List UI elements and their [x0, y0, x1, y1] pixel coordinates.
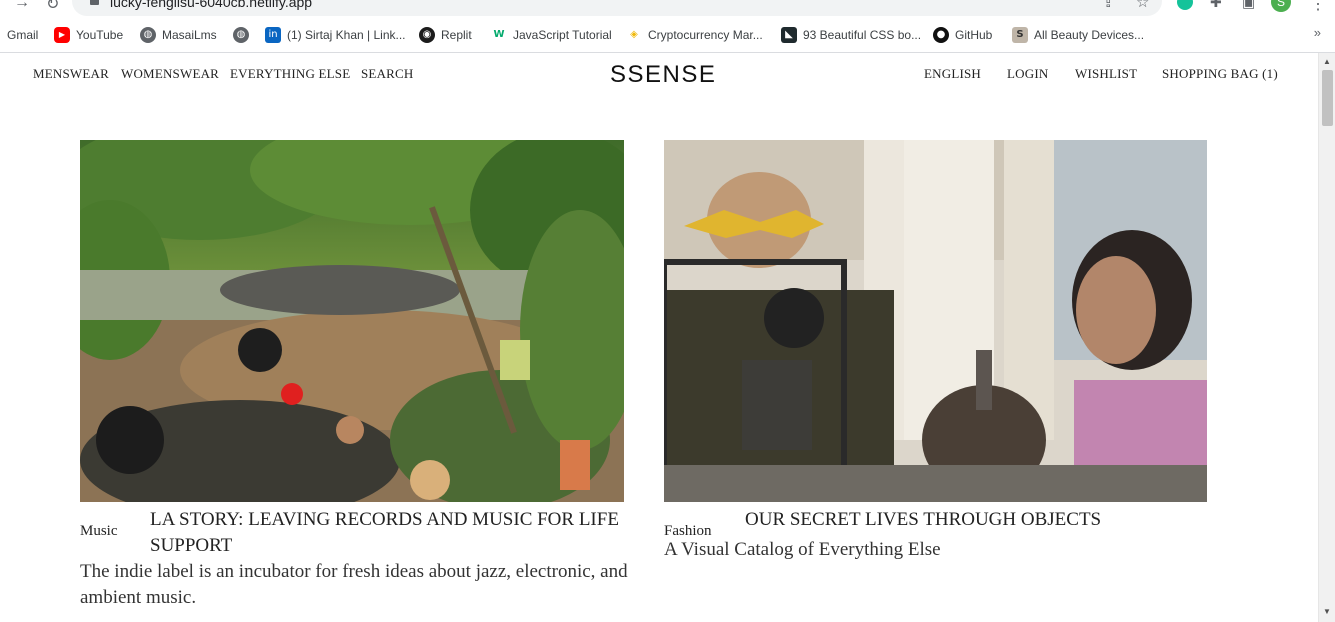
bookmark-youtube[interactable]: ▶ YouTube — [54, 26, 123, 44]
side-panel-icon[interactable]: ▣ — [1242, 0, 1255, 11]
more-bookmarks-icon[interactable]: » — [1314, 25, 1321, 40]
bookmark-linkedin[interactable]: in (1) Sirtaj Khan | Link... — [265, 26, 406, 44]
bookmark-globe[interactable]: ◍ — [233, 26, 249, 44]
bookmark-label: Cryptocurrency Mar... — [648, 28, 763, 42]
nav-login[interactable]: LOGIN — [1007, 66, 1048, 82]
article-image-fashion[interactable] — [664, 140, 1207, 502]
profile-avatar[interactable]: S — [1271, 0, 1291, 12]
nav-wishlist[interactable]: WISHLIST — [1075, 66, 1137, 82]
extensions-puzzle-icon[interactable]: ✚ — [1210, 0, 1222, 11]
article-description: The indie label is an incubator for fres… — [80, 561, 628, 608]
share-icon[interactable]: ⇪ — [1102, 0, 1115, 11]
github-icon: ● — [933, 27, 949, 43]
article-title[interactable]: LA STORY: LEAVING RECORDS AND MUSIC FOR … — [150, 507, 620, 559]
bookmark-beauty-devices[interactable]: S All Beauty Devices... — [1012, 26, 1144, 44]
css-icon: ◣ — [781, 27, 797, 43]
address-bar[interactable]: lucky-fenglisu-6040cb.netlify.app ⇪ ☆ — [72, 0, 1162, 16]
url-text[interactable]: lucky-fenglisu-6040cb.netlify.app — [110, 0, 312, 10]
bookmark-label: (1) Sirtaj Khan | Link... — [287, 28, 406, 42]
w3-icon: W — [493, 29, 505, 40]
linkedin-icon: in — [265, 27, 281, 43]
binance-icon: ◈ — [630, 29, 638, 40]
article-description: A Visual Catalog of Everything Else — [664, 539, 941, 560]
bookmark-label: MasaiLms — [162, 28, 217, 42]
menu-kebab-icon[interactable]: ⋮ — [1310, 0, 1326, 14]
nav-everything-else[interactable]: EVERYTHING ELSE — [230, 66, 350, 82]
bookmark-label: YouTube — [76, 28, 124, 42]
bookmark-gmail[interactable]: Gmail — [7, 26, 38, 44]
site-logo[interactable]: SSENSE — [610, 61, 716, 89]
bookmark-label: 93 Beautiful CSS bo... — [803, 28, 922, 42]
bookmark-github[interactable]: ● GitHub — [933, 26, 992, 44]
replit-icon: ◉ — [419, 27, 435, 43]
bookmark-label: Gmail — [7, 28, 39, 42]
bookmark-label: JavaScript Tutorial — [513, 28, 612, 42]
nav-language[interactable]: ENGLISH — [924, 66, 981, 82]
s-icon: S — [1012, 27, 1028, 43]
bookmark-replit[interactable]: ◉ Replit — [419, 26, 472, 44]
nav-shopping-bag[interactable]: SHOPPING BAG (1) — [1162, 66, 1278, 82]
bookmark-masailms[interactable]: ◍ MasaiLms — [140, 26, 217, 44]
concert-garden-illustration — [80, 140, 624, 502]
ssense-page: MENSWEAR WOMENSWEAR EVERYTHING ELSE SEAR… — [0, 53, 1318, 622]
star-icon[interactable]: ☆ — [1136, 0, 1149, 11]
globe-icon: ◍ — [140, 27, 156, 43]
article-title[interactable]: OUR SECRET LIVES THROUGH OBJECTS — [745, 507, 1215, 533]
bookmarks-bar: Gmail ▶ YouTube ◍ MasaiLms ◍ in (1) Sirt… — [0, 18, 1335, 53]
nav-womenswear[interactable]: WOMENSWEAR — [121, 66, 219, 82]
globe-icon: ◍ — [233, 27, 249, 43]
nav-search[interactable]: SEARCH — [361, 66, 414, 82]
bookmark-css-borders[interactable]: ◣ 93 Beautiful CSS bo... — [781, 26, 921, 44]
scrollbar-thumb[interactable] — [1322, 70, 1333, 126]
forward-icon[interactable]: → — [14, 0, 30, 12]
bookmark-label: Replit — [441, 28, 472, 42]
lock-icon — [90, 0, 99, 5]
scroll-down-arrow-icon[interactable]: ▼ — [1323, 607, 1331, 616]
page-scrollbar[interactable]: ▲ ▼ — [1318, 53, 1335, 622]
article-category[interactable]: Music — [80, 523, 118, 540]
objects-portrait-illustration — [664, 140, 1207, 502]
reload-icon[interactable]: ↻ — [46, 0, 59, 14]
bookmark-cryptocurrency[interactable]: ◈ Cryptocurrency Mar... — [626, 26, 763, 44]
bookmark-label: All Beauty Devices... — [1034, 28, 1145, 42]
address-bar-row: → ↻ lucky-fenglisu-6040cb.netlify.app ⇪ … — [0, 0, 1335, 16]
bookmark-javascript-tutorial[interactable]: W JavaScript Tutorial — [491, 26, 612, 44]
scroll-up-arrow-icon[interactable]: ▲ — [1323, 57, 1331, 66]
browser-chrome: → ↻ lucky-fenglisu-6040cb.netlify.app ⇪ … — [0, 0, 1335, 53]
article-image-music[interactable] — [80, 140, 624, 502]
nav-menswear[interactable]: MENSWEAR — [33, 66, 109, 82]
bookmark-label: GitHub — [955, 28, 993, 42]
grammarly-extension-icon[interactable] — [1177, 0, 1193, 10]
youtube-icon: ▶ — [54, 27, 70, 43]
